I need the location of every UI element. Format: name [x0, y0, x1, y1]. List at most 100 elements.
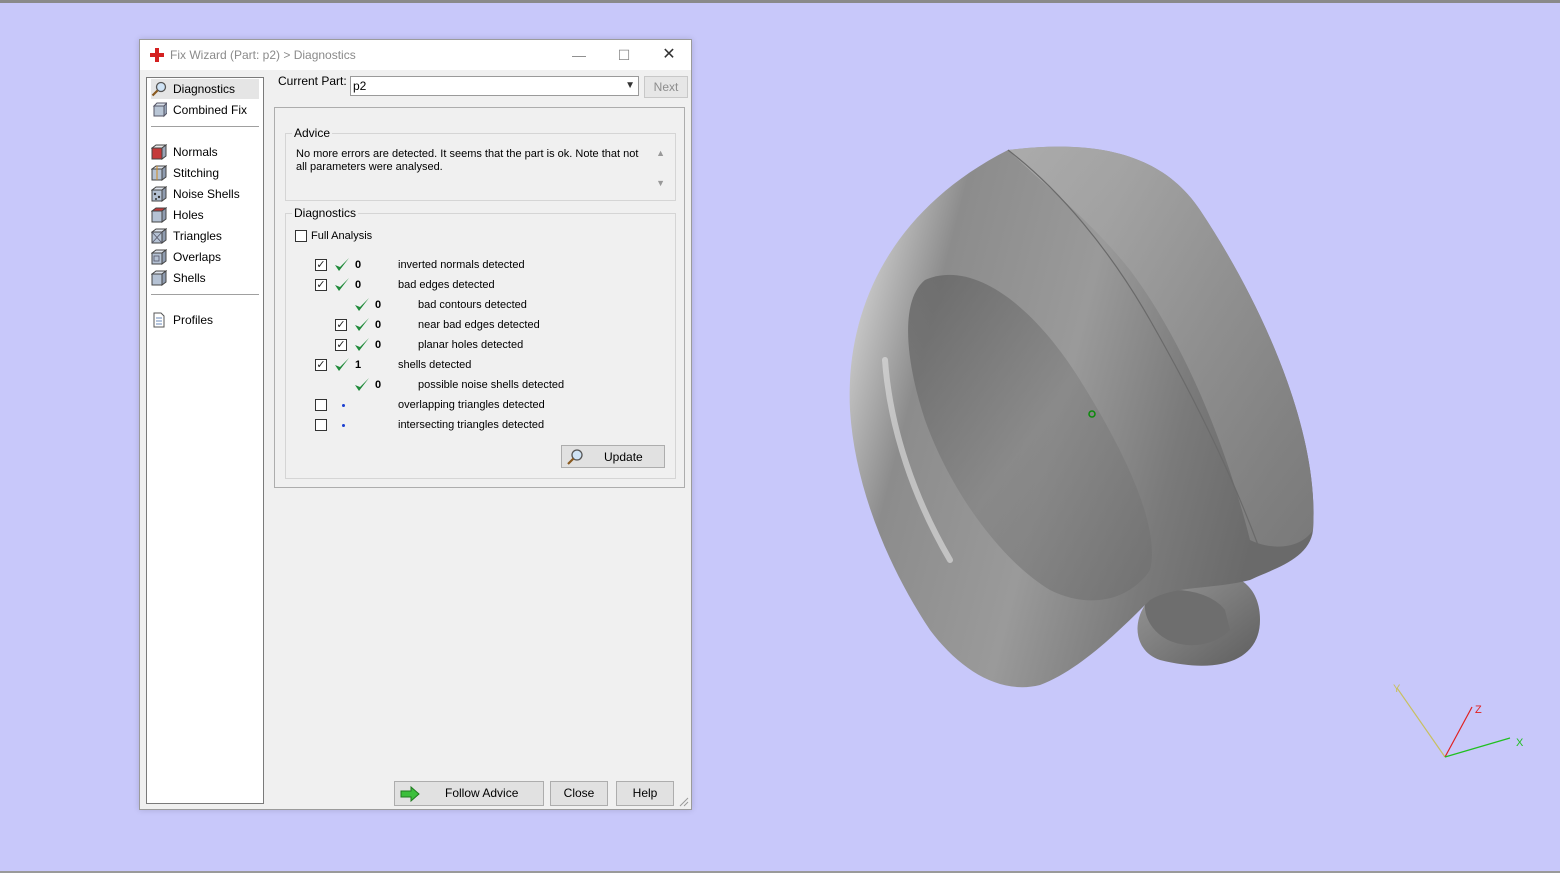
fix-wizard-dialog: Fix Wizard (Part: p2) > Diagnostics — ☐ …: [139, 39, 692, 810]
normals-cube-icon: [151, 144, 167, 160]
current-part-select[interactable]: p2 ▼: [350, 76, 639, 96]
scroll-up-arrow-icon[interactable]: ▲: [656, 148, 665, 158]
nav-label: Normals: [173, 145, 218, 159]
bad-contours-count: 0: [375, 299, 382, 311]
shells-count: 1: [355, 359, 362, 371]
axis-z-label: Z: [1475, 704, 1482, 716]
green-check-icon: [335, 258, 349, 271]
bad-contours-label: bad contours detected: [418, 299, 527, 311]
magnifier-icon: [151, 81, 167, 97]
bad-edges-count: 0: [355, 279, 362, 291]
planar-holes-count: 0: [375, 339, 382, 351]
pending-dot-icon: [342, 404, 345, 407]
green-arrow-right-icon: [400, 786, 420, 802]
maximize-button[interactable]: ☐: [609, 44, 639, 66]
diagnostics-title: Diagnostics: [292, 206, 359, 220]
wizard-nav-list: Diagnostics Combined Fix Normals Stitchi…: [146, 77, 264, 804]
noise-shells-cube-icon: [151, 186, 167, 202]
nav-label: Combined Fix: [173, 103, 248, 117]
axis-gizmo: Y Z X: [1393, 683, 1524, 758]
resize-grip-icon[interactable]: [679, 797, 689, 807]
nav-item-shells[interactable]: Shells: [151, 268, 259, 288]
overlaps-cube-icon: [151, 249, 167, 265]
nav-item-holes[interactable]: Holes: [151, 205, 259, 225]
nav-label: Stitching: [173, 166, 220, 180]
full-analysis-checkbox[interactable]: [295, 230, 307, 242]
minimize-button[interactable]: —: [564, 44, 594, 66]
green-check-icon: [335, 278, 349, 291]
current-part-label: Current Part:: [278, 74, 347, 88]
planar-holes-checkbox[interactable]: [335, 339, 347, 351]
green-check-icon: [355, 298, 369, 311]
planar-holes-label: planar holes detected: [418, 339, 524, 351]
current-part-value: p2: [353, 79, 367, 93]
stitching-cube-icon: [151, 165, 167, 181]
nav-item-noise-shells[interactable]: Noise Shells: [151, 184, 259, 204]
nav-item-stitching[interactable]: Stitching: [151, 163, 259, 183]
pending-dot-icon: [342, 424, 345, 427]
nav-item-combined-fix[interactable]: Combined Fix: [151, 100, 259, 120]
nav-label: Overlaps: [173, 250, 222, 264]
window-title: Fix Wizard (Part: p2) > Diagnostics: [170, 48, 356, 62]
scroll-down-arrow-icon[interactable]: ▼: [656, 178, 665, 188]
nav-label: Diagnostics: [173, 82, 236, 96]
shells-label: shells detected: [398, 359, 472, 371]
inverted-normals-checkbox[interactable]: [315, 259, 327, 271]
follow-advice-button[interactable]: Follow Advice: [394, 781, 544, 806]
nav-item-normals[interactable]: Normals: [151, 142, 259, 162]
noise-shells-label: possible noise shells detected: [418, 379, 565, 391]
update-button[interactable]: Update: [561, 445, 665, 468]
help-button[interactable]: Help: [616, 781, 674, 806]
nav-label: Triangles: [173, 229, 222, 243]
advice-group: Advice No more errors are detected. It s…: [285, 126, 676, 201]
overlapping-triangles-checkbox[interactable]: [315, 399, 327, 411]
update-label: Update: [604, 450, 643, 464]
nav-separator: [151, 294, 259, 296]
nav-label: Noise Shells: [173, 187, 240, 201]
nav-item-triangles[interactable]: Triangles: [151, 226, 259, 246]
nav-label: Shells: [173, 271, 206, 285]
bad-edges-checkbox[interactable]: [315, 279, 327, 291]
diagnostics-panel: Advice No more errors are detected. It s…: [274, 107, 685, 488]
chevron-down-icon: ▼: [625, 80, 635, 91]
green-check-icon: [355, 338, 369, 351]
close-button[interactable]: Close: [550, 781, 608, 806]
near-bad-edges-checkbox[interactable]: [335, 319, 347, 331]
document-icon: [153, 312, 165, 328]
top-border: [0, 0, 1560, 3]
intersecting-triangles-checkbox[interactable]: [315, 419, 327, 431]
advice-title: Advice: [292, 126, 333, 140]
nav-separator: [151, 126, 259, 128]
nav-label: Holes: [173, 208, 204, 222]
near-bad-edges-label: near bad edges detected: [418, 319, 540, 331]
green-check-icon: [335, 358, 349, 371]
overlapping-triangles-label: overlapping triangles detected: [398, 399, 545, 411]
triangles-cube-icon: [151, 228, 167, 244]
full-analysis-label: Full Analysis: [311, 230, 373, 242]
3d-model-ring[interactable]: [830, 130, 1340, 710]
shells-cube-icon: [151, 270, 167, 286]
nav-item-diagnostics[interactable]: Diagnostics: [151, 79, 259, 99]
nav-item-profiles[interactable]: Profiles: [151, 310, 259, 330]
green-check-icon: [355, 378, 369, 391]
red-cross-app-icon: [150, 48, 164, 62]
holes-cube-icon: [151, 207, 167, 223]
diagnostics-group: Diagnostics Full Analysis 0 inverted nor…: [285, 206, 676, 479]
green-check-icon: [355, 318, 369, 331]
magnifier-icon: [567, 449, 583, 465]
axis-x-label: X: [1516, 737, 1524, 749]
near-bad-edges-count: 0: [375, 319, 382, 331]
combined-fix-icon: [152, 102, 167, 118]
advice-text: No more errors are detected. It seems th…: [296, 148, 639, 173]
follow-advice-label: Follow Advice: [445, 786, 519, 800]
bad-edges-label: bad edges detected: [398, 279, 495, 291]
next-button[interactable]: Next: [644, 76, 688, 98]
inverted-normals-count: 0: [355, 259, 362, 271]
nav-item-overlaps[interactable]: Overlaps: [151, 247, 259, 267]
title-bar[interactable]: Fix Wizard (Part: p2) > Diagnostics — ☐ …: [140, 40, 691, 70]
close-window-button[interactable]: ✕: [654, 44, 684, 66]
intersecting-triangles-label: intersecting triangles detected: [398, 419, 545, 431]
noise-shells-count: 0: [375, 379, 382, 391]
shells-checkbox[interactable]: [315, 359, 327, 371]
axis-y-label: Y: [1393, 683, 1401, 695]
